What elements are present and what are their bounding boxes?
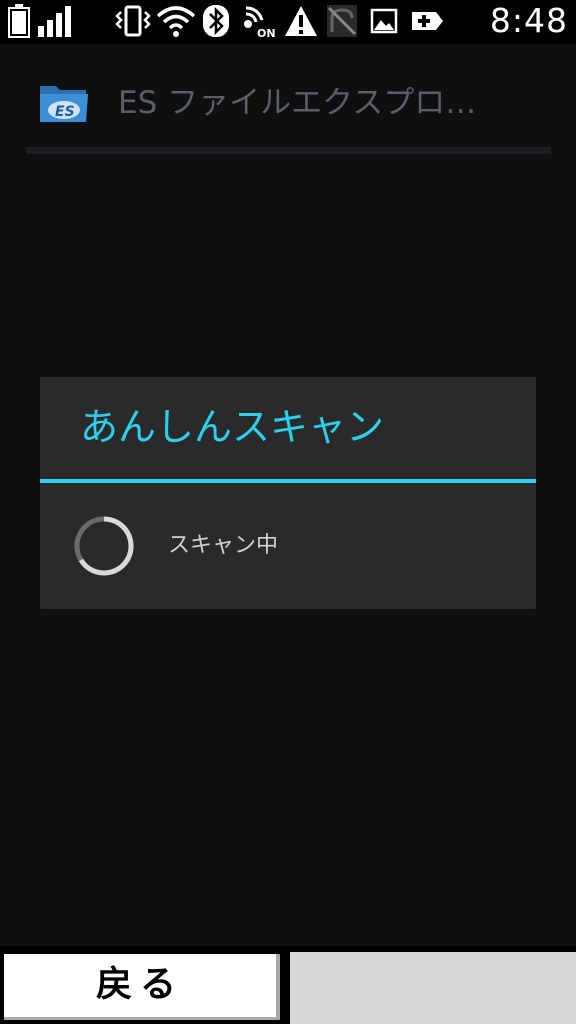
battery-icon [8,4,30,38]
status-clock: 8:48 [489,1,568,40]
bottom-softkey-bar: 戻る [0,946,576,1024]
signal-icon [38,6,71,37]
loading-spinner-icon [74,516,134,576]
back-button[interactable]: 戻る [4,954,280,1020]
svg-text:ES: ES [55,104,75,120]
add-icon [412,12,443,30]
status-bar: ON 8:48 [0,0,576,44]
wifi-icon [156,6,196,37]
screen: ON 8:48 ES ES ファイルエクスプロ… あんしんスキャン スキャン中 … [0,0,576,1024]
image-icon [370,8,398,34]
vibrate-icon [115,5,151,37]
app-header: ES ES ファイルエクスプロ… [0,44,576,160]
dialog-message: スキャン中 [168,533,279,558]
nfc-on-icon: ON [244,6,276,38]
svg-text:ON: ON [257,27,276,38]
right-softkey[interactable] [290,952,576,1024]
bluetooth-icon [203,5,229,37]
header-divider [26,147,551,154]
warning-icon [285,6,317,36]
app-title: ES ファイルエクスプロ… [118,85,477,121]
no-signal-icon [327,5,357,37]
dialog-divider [40,479,536,483]
dialog-title: あんしんスキャン [80,405,385,449]
es-file-explorer-logo: ES [40,86,88,122]
scan-dialog: あんしんスキャン スキャン中 [40,377,536,609]
